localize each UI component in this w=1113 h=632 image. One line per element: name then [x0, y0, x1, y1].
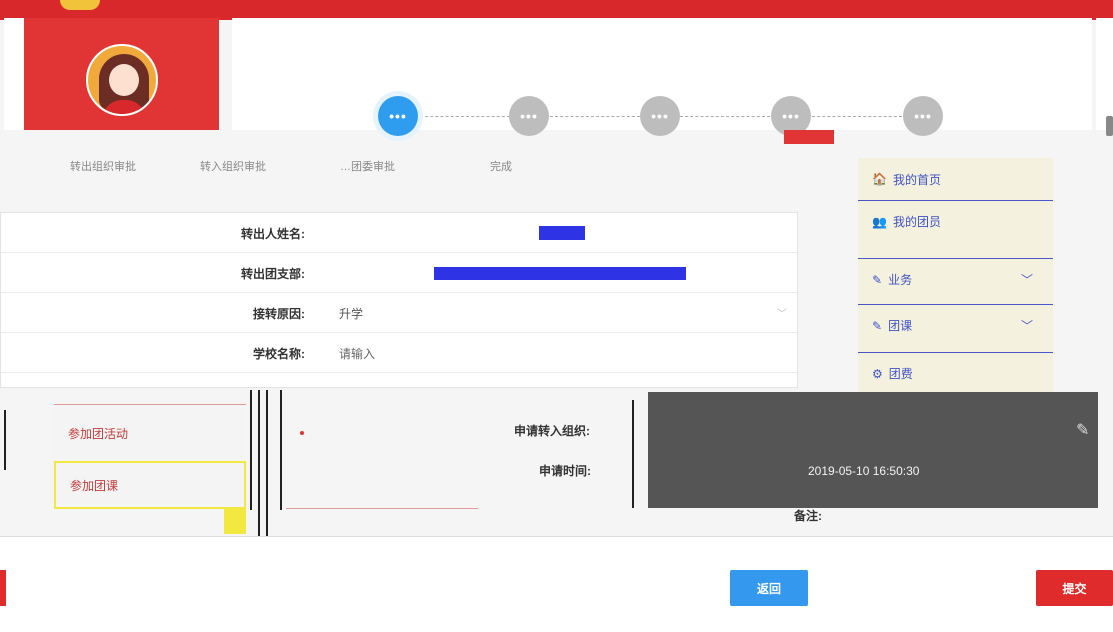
- divider: [4, 410, 6, 470]
- step-label-2: 转入组织审批: [200, 161, 266, 173]
- right-panel-edge: [1096, 18, 1113, 130]
- apply-time-label: 申请时间:: [539, 464, 591, 478]
- divider: [632, 400, 634, 508]
- left-panel-edge: [4, 18, 24, 130]
- divider: [250, 390, 252, 510]
- step-1-icon: •••: [378, 96, 418, 136]
- back-button[interactable]: 返回: [730, 570, 808, 606]
- apply-org-label: 申请转入组织:: [514, 424, 590, 438]
- status-badge: [784, 130, 834, 144]
- nav-label: 我的团员: [892, 215, 941, 229]
- side-nav: 🏠 我的首页 👥 我的团员 ✎ 业务 ﹀ ✎ 团课 ﹀ ⚙ 团费: [858, 158, 1053, 392]
- required-dot: [300, 431, 304, 435]
- chevron-down-icon: ﹀: [777, 309, 787, 320]
- gear-icon: ⚙: [872, 366, 883, 381]
- name-label: 转出人姓名:: [241, 227, 305, 241]
- nav-label: 团课: [888, 319, 913, 333]
- action-bar: [0, 536, 1113, 632]
- side-button[interactable]: [0, 570, 6, 606]
- emblem-icon: [60, 0, 100, 10]
- chevron-down-icon: ﹀: [1020, 319, 1033, 333]
- step-2-icon: •••: [509, 96, 549, 136]
- users-icon: 👥: [872, 214, 887, 229]
- step-connector: [680, 116, 770, 117]
- step-label-3: …团委审批: [340, 161, 395, 173]
- branch-value: [434, 267, 686, 280]
- nav-label: 团费: [888, 367, 913, 381]
- branch-label: 转出团支部:: [241, 267, 305, 281]
- scroll-handle[interactable]: [1106, 116, 1113, 136]
- form-row-school[interactable]: 学校名称: 请输入: [1, 333, 799, 373]
- name-value: [539, 226, 585, 240]
- nav-item-course[interactable]: ✎ 团课 ﹀: [858, 304, 1053, 346]
- nav-item-members[interactable]: 👥 我的团员: [858, 200, 1053, 242]
- step-label-5: 完成: [490, 161, 512, 173]
- step-3-icon: •••: [640, 96, 680, 136]
- step-connector: [812, 116, 902, 117]
- reason-select[interactable]: 升学: [339, 305, 363, 322]
- apply-time-value: 2019-05-10 16:50:30: [808, 464, 920, 478]
- profile-card: [24, 18, 219, 130]
- edit-icon[interactable]: ✎: [1076, 420, 1096, 440]
- submit-button[interactable]: 提交: [1036, 570, 1113, 606]
- nav-label: 业务: [888, 273, 913, 287]
- edit-icon: ✎: [872, 272, 883, 287]
- menu-item-activity[interactable]: 参加团活动: [54, 409, 246, 457]
- step-5-icon: •••: [903, 96, 943, 136]
- nav-item-business[interactable]: ✎ 业务 ﹀: [858, 258, 1053, 300]
- top-bar: [0, 0, 1113, 20]
- form-row-branch: 转出团支部:: [1, 253, 799, 293]
- divider: [286, 508, 478, 509]
- home-icon: 🏠: [872, 172, 887, 186]
- nav-item-home[interactable]: 🏠 我的首页: [858, 158, 1053, 200]
- school-input[interactable]: 请输入: [339, 345, 375, 362]
- step-connector: [420, 116, 510, 117]
- menu-item-label: 参加团课: [70, 478, 119, 493]
- school-label: 学校名称:: [253, 347, 305, 361]
- avatar-face: [109, 64, 139, 96]
- form-row-name: 转出人姓名:: [1, 213, 799, 253]
- menu-item-course[interactable]: 参加团课: [54, 461, 246, 509]
- activity-menu: 参加团活动 参加团课: [54, 404, 246, 509]
- nav-label: 我的首页: [892, 172, 941, 187]
- reason-label: 接转原因:: [253, 307, 305, 321]
- divider: [280, 390, 282, 510]
- resize-handle[interactable]: [224, 508, 246, 534]
- menu-item-label: 参加团活动: [68, 426, 129, 441]
- edit-icon: ✎: [872, 318, 883, 333]
- transfer-form: 转出人姓名: 转出团支部: 接转原因: 升学 ﹀ 学校名称: 请输入: [0, 212, 799, 388]
- avatar[interactable]: [86, 44, 158, 116]
- form-row-reason[interactable]: 接转原因: 升学 ﹀: [1, 293, 799, 333]
- step-label-1: 转出组织审批: [70, 161, 136, 173]
- chevron-down-icon: ﹀: [1020, 273, 1033, 287]
- apply-panel: 2019-05-10 16:50:30: [648, 392, 1098, 508]
- step-connector: [550, 116, 640, 117]
- remark-label: 备注:: [794, 509, 822, 523]
- nav-item-fee[interactable]: ⚙ 团费: [858, 352, 1053, 394]
